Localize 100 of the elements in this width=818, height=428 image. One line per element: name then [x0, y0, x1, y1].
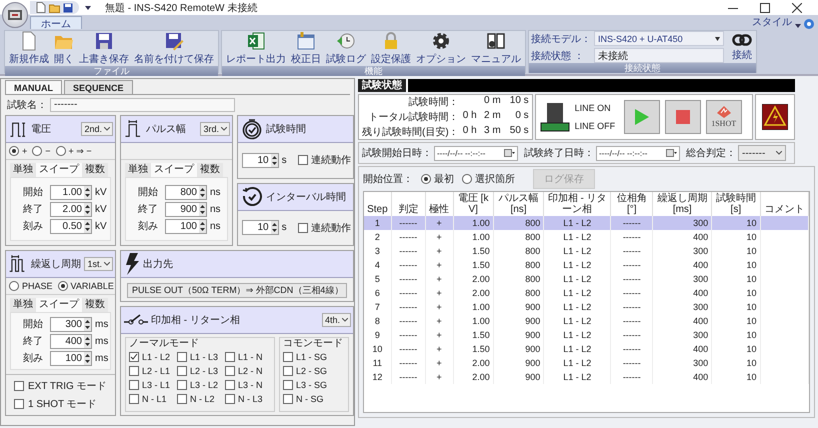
mode-tab[interactable]: SEQUENCE: [64, 80, 133, 94]
date-field[interactable]: ----/--/-- --:--:--: [596, 146, 680, 160]
number-field[interactable]: 300: [50, 316, 92, 332]
tab[interactable]: スイープ: [151, 163, 197, 177]
number-field[interactable]: 1.00: [50, 184, 92, 200]
radio-button[interactable]: [421, 174, 431, 184]
number-field[interactable]: 900: [165, 202, 207, 216]
start-button[interactable]: [624, 100, 660, 134]
checkbox[interactable]: [298, 155, 308, 166]
ribbon-button[interactable]: レポート出力: [224, 31, 288, 66]
tab[interactable]: 複数: [82, 298, 108, 312]
checkbox[interactable]: [225, 366, 235, 376]
application-menu-button[interactable]: [2, 2, 28, 28]
tab[interactable]: スイープ: [36, 298, 82, 312]
number-field[interactable]: 100: [165, 218, 207, 234]
radio-button[interactable]: [9, 146, 19, 156]
ribbon-button[interactable]: 名前を付けて保存: [132, 31, 216, 66]
order-dropdown[interactable]: 1st.: [84, 257, 113, 271]
table-row[interactable]: 6 ------ + 2.00 800 L1 - L2 ------ 400 10: [364, 286, 808, 300]
tab[interactable]: 複数: [82, 163, 108, 177]
checkbox[interactable]: [14, 381, 24, 391]
ribbon-button[interactable]: 新規作成: [7, 31, 51, 66]
time-value: 0 h: [462, 125, 477, 136]
ribbon-button[interactable]: マニュアル: [469, 31, 523, 66]
table-row[interactable]: 7 ------ + 1.00 900 L1 - L2 ------ 300 10: [364, 300, 808, 314]
table-cell: 400: [652, 342, 712, 356]
checkbox[interactable]: [283, 366, 293, 376]
number-field[interactable]: 10: [242, 220, 279, 236]
radio-button[interactable]: [56, 146, 66, 156]
radio-button[interactable]: [9, 281, 19, 291]
help-icon[interactable]: [804, 19, 814, 29]
table-row[interactable]: 8 ------ + 1.00 900 L1 - L2 ------ 400 10: [364, 314, 808, 328]
table-row[interactable]: 3 ------ + 1.50 800 L1 - L2 ------ 300 10: [364, 244, 808, 258]
checkbox[interactable]: [298, 222, 308, 233]
order-dropdown[interactable]: 2nd.: [81, 122, 113, 136]
close-icon[interactable]: [792, 2, 802, 12]
new-file-icon[interactable]: [36, 2, 46, 13]
checkbox[interactable]: [129, 380, 139, 390]
checkbox[interactable]: [225, 394, 235, 404]
checkbox[interactable]: [283, 352, 293, 362]
number-field[interactable]: 800: [165, 184, 207, 200]
mode-tab[interactable]: MANUAL: [5, 80, 62, 94]
tab[interactable]: 単独: [10, 298, 36, 312]
ribbon-button[interactable]: 校正日: [289, 31, 323, 66]
checkbox[interactable]: [177, 380, 187, 390]
checkbox[interactable]: [14, 399, 24, 409]
one-shot-button[interactable]: 1SHOT: [706, 100, 742, 134]
number-field[interactable]: 10: [242, 152, 279, 168]
table-row[interactable]: 4 ------ + 1.50 800 L1 - L2 ------ 400 10: [364, 258, 808, 272]
table-row[interactable]: 12 ------ + 2.00 900 L1 - L2 ------ 400 10: [364, 370, 808, 384]
ribbon-button[interactable]: 試験ログ: [324, 31, 368, 66]
table-cell: 6: [364, 286, 392, 300]
style-menu[interactable]: スタイル: [752, 15, 792, 29]
checkbox[interactable]: [129, 394, 139, 404]
stop-button[interactable]: [664, 100, 701, 134]
table-row[interactable]: 2 ------ + 1.00 800 L1 - L2 ------ 400 10: [364, 230, 808, 244]
ribbon-tab[interactable]: ホーム: [30, 16, 82, 29]
number-field[interactable]: 400: [50, 334, 92, 348]
order-dropdown[interactable]: 3rd.: [200, 122, 230, 136]
checkbox[interactable]: [225, 352, 235, 362]
unit-label: ms: [95, 352, 109, 364]
ribbon-button[interactable]: 設定保護: [369, 31, 413, 66]
maximize-icon[interactable]: [760, 2, 770, 12]
number-field[interactable]: 2.00: [50, 202, 92, 216]
checkbox[interactable]: [177, 352, 187, 362]
checkbox[interactable]: [283, 380, 293, 390]
checkbox[interactable]: [225, 380, 235, 390]
test-name-field[interactable]: -------: [50, 98, 235, 112]
ribbon-button[interactable]: 上書き保存: [77, 31, 131, 66]
model-dropdown[interactable]: INS-S420 + U-AT450: [594, 31, 724, 46]
checkbox-label: L3 - N: [238, 380, 263, 390]
date-field[interactable]: ----/--/-- --:--:--: [434, 146, 518, 160]
checkbox[interactable]: [129, 366, 139, 376]
number-field[interactable]: 0.50: [50, 218, 92, 234]
radio-button[interactable]: [32, 146, 42, 156]
table-row[interactable]: 10 ------ + 1.50 900 L1 - L2 ------ 400 10: [364, 342, 808, 356]
radio-button[interactable]: [462, 174, 472, 184]
tab[interactable]: 複数: [197, 163, 223, 177]
table-row[interactable]: 11 ------ + 2.00 900 L1 - L2 ------ 300 10: [364, 356, 808, 370]
checkbox[interactable]: [177, 394, 187, 404]
checkbox[interactable]: [177, 366, 187, 376]
checkbox[interactable]: [129, 352, 139, 362]
tab[interactable]: 単独: [125, 163, 151, 177]
verdict-dropdown[interactable]: -------: [738, 145, 786, 161]
order-dropdown[interactable]: 4th.: [322, 313, 351, 327]
tab[interactable]: 単独: [10, 163, 36, 177]
ribbon-button[interactable]: オプション: [414, 31, 468, 66]
connect-button[interactable]: 接続: [730, 32, 754, 62]
table-row[interactable]: 1 ------ + 1.00 800 L1 - L2 ------ 300 10: [364, 216, 808, 230]
checkbox-label: L2 - N: [238, 366, 263, 376]
table-row[interactable]: 5 ------ + 2.00 800 L1 - L2 ------ 300 10: [364, 272, 808, 286]
checkbox[interactable]: [283, 394, 293, 404]
output-dropdown[interactable]: PULSE OUT（50Ω TERM）⇒ 外部CDN（三相4線）: [127, 283, 347, 298]
table-row[interactable]: 9 ------ + 1.50 900 L1 - L2 ------ 300 10: [364, 328, 808, 342]
number-field[interactable]: 100: [50, 350, 92, 366]
ribbon-button[interactable]: 開く: [52, 31, 76, 66]
caret-icon[interactable]: [85, 4, 91, 10]
save-icon[interactable]: [63, 2, 73, 12]
radio-button[interactable]: [58, 281, 68, 291]
tab[interactable]: スイープ: [36, 163, 82, 177]
